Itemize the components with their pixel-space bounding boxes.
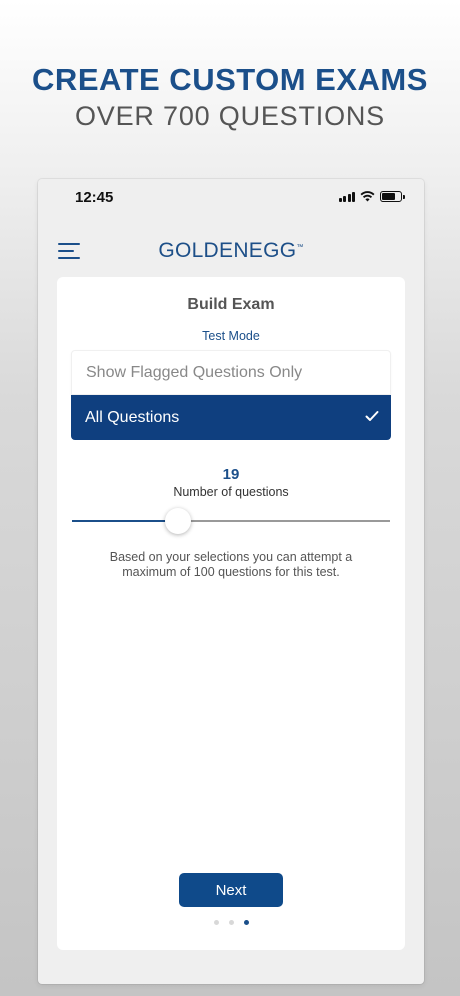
status-icons	[338, 191, 405, 202]
question-count-slider[interactable]	[72, 508, 390, 534]
question-count-value: 19	[222, 466, 240, 483]
status-time: 12:45	[75, 189, 114, 206]
page-dot[interactable]	[243, 920, 249, 925]
device-frame: 12:45 GOLDENEGG™ Build Exam Test Mode Sh…	[38, 179, 424, 984]
next-button[interactable]: Next	[179, 873, 283, 907]
signal-icon	[338, 191, 355, 202]
status-bar: 12:45	[38, 179, 424, 219]
battery-icon	[380, 191, 405, 202]
max-questions-info: Based on your selections you can attempt…	[109, 550, 353, 579]
battery-level	[382, 193, 395, 200]
page-title: Build Exam	[187, 296, 275, 313]
slider-thumb[interactable]	[164, 508, 191, 534]
logo-text: GOLDENEGG	[158, 239, 297, 262]
wifi-icon	[360, 191, 375, 202]
option-label: All Questions	[85, 408, 180, 426]
page-dot[interactable]	[213, 920, 219, 925]
page-indicator	[57, 920, 405, 925]
build-exam-card: Build Exam Test Mode Show Flagged Questi…	[57, 277, 405, 950]
logo-trademark: ™	[296, 244, 304, 251]
promo-headline: CREATE CUSTOM EXAMS	[32, 62, 428, 97]
checkmark-icon	[365, 411, 379, 421]
option-all-questions[interactable]: All Questions	[71, 395, 391, 440]
option-show-flagged[interactable]: Show Flagged Questions Only	[71, 350, 391, 395]
slider-fill	[72, 520, 178, 522]
goldenegg-logo: GOLDENEGG™	[38, 239, 424, 263]
page-dot[interactable]	[228, 920, 234, 925]
test-mode-label: Test Mode	[202, 329, 260, 343]
option-label: Show Flagged Questions Only	[86, 363, 303, 381]
question-count-label: Number of questions	[173, 485, 289, 499]
app-header: GOLDENEGG™	[38, 231, 424, 271]
promo-subheadline: OVER 700 QUESTIONS	[75, 101, 385, 131]
